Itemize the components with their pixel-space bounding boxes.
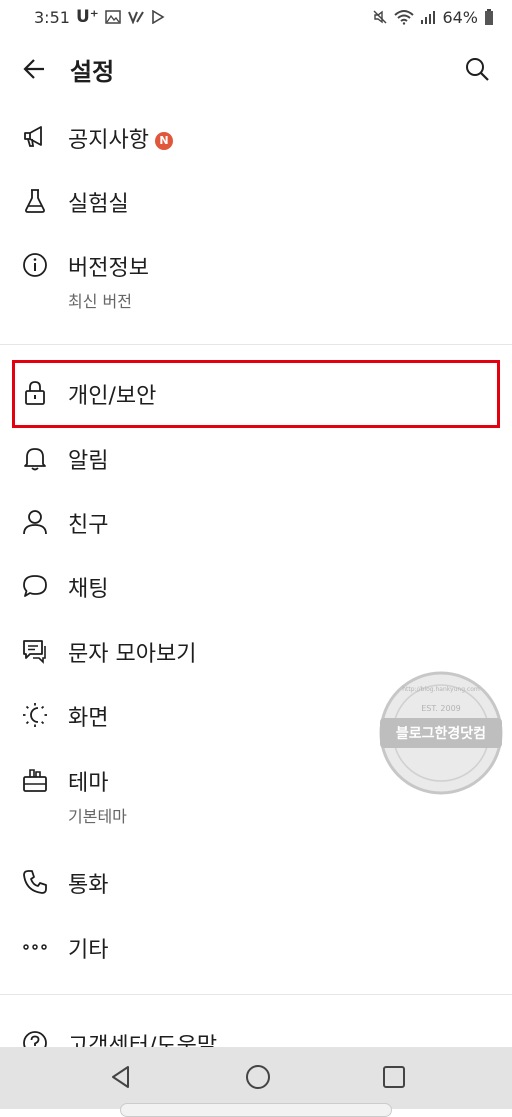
signal-icon xyxy=(420,10,436,24)
menu-item-chat[interactable]: 채팅 xyxy=(0,554,512,618)
menu-item-lab[interactable]: 실험실 xyxy=(0,168,512,232)
section-divider xyxy=(0,344,512,345)
navigation-bar xyxy=(0,1047,512,1117)
theme-label: 테마 xyxy=(68,771,109,796)
section-divider xyxy=(0,994,512,995)
app-notification-icon xyxy=(127,10,145,24)
menu-item-notice[interactable]: 공지사항 N xyxy=(0,104,512,168)
menu-item-display[interactable]: 화면 xyxy=(0,682,512,746)
menu-item-version[interactable]: 버전정보 최신 버전 xyxy=(0,232,512,332)
chat-label: 채팅 xyxy=(68,577,109,602)
lab-label: 실험실 xyxy=(68,192,129,217)
menu-item-call[interactable]: 통화 xyxy=(0,850,512,914)
menu-item-sms[interactable]: 문자 모아보기 xyxy=(0,618,512,682)
friends-label: 친구 xyxy=(68,513,109,538)
more-dots-icon xyxy=(22,934,48,960)
status-right: 64% xyxy=(372,8,494,27)
status-bar: 3:51 U⁺ 64% xyxy=(0,0,512,34)
gesture-pill[interactable] xyxy=(120,1103,392,1117)
etc-label: 기타 xyxy=(68,938,109,963)
carrier-label: U⁺ xyxy=(75,7,99,27)
home-circle-icon[interactable] xyxy=(244,1063,272,1091)
app-header: 설정 xyxy=(0,34,512,104)
status-left: 3:51 U⁺ xyxy=(34,7,165,27)
notice-label: 공지사항 xyxy=(68,128,149,153)
alarm-label: 알림 xyxy=(68,449,109,474)
flask-icon xyxy=(22,188,48,214)
theme-sub: 기본테마 xyxy=(68,807,127,826)
megaphone-icon xyxy=(22,124,48,150)
wifi-icon xyxy=(394,9,415,25)
lock-icon xyxy=(22,380,48,406)
menu-item-privacy[interactable]: 개인/보안 xyxy=(0,360,512,426)
bell-icon xyxy=(22,445,48,471)
person-icon xyxy=(22,509,48,535)
menu-item-etc[interactable]: 기타 xyxy=(0,914,512,980)
menu-item-alarm[interactable]: 알림 xyxy=(0,426,512,490)
info-icon xyxy=(22,252,48,278)
new-badge: N xyxy=(154,132,173,150)
display-label: 화면 xyxy=(68,706,109,731)
brightness-icon xyxy=(22,702,48,728)
battery-icon xyxy=(484,9,494,25)
play-store-icon xyxy=(151,10,165,24)
phone-icon xyxy=(22,869,48,895)
privacy-label: 개인/보안 xyxy=(68,384,157,409)
search-icon[interactable] xyxy=(464,56,490,82)
status-time: 3:51 xyxy=(34,7,70,27)
sms-label: 문자 모아보기 xyxy=(68,642,197,667)
back-arrow-icon[interactable] xyxy=(22,56,48,82)
recent-apps-icon[interactable] xyxy=(380,1063,408,1091)
menu-item-friends[interactable]: 친구 xyxy=(0,490,512,554)
version-sub: 최신 버전 xyxy=(68,292,132,311)
mute-icon xyxy=(372,9,388,25)
call-label: 통화 xyxy=(68,873,109,898)
page-title: 설정 xyxy=(70,58,115,86)
gallery-notification-icon xyxy=(104,10,121,24)
menu-label: 공지사항 N xyxy=(68,122,173,154)
speech-bubble-icon xyxy=(22,573,48,599)
message-collection-icon xyxy=(22,638,48,664)
version-label: 버전정보 xyxy=(68,256,149,281)
back-triangle-icon[interactable] xyxy=(108,1063,136,1091)
battery-percent: 64% xyxy=(442,7,478,27)
paint-brush-icon xyxy=(22,767,48,793)
menu-item-theme[interactable]: 테마 기본테마 xyxy=(0,746,512,846)
